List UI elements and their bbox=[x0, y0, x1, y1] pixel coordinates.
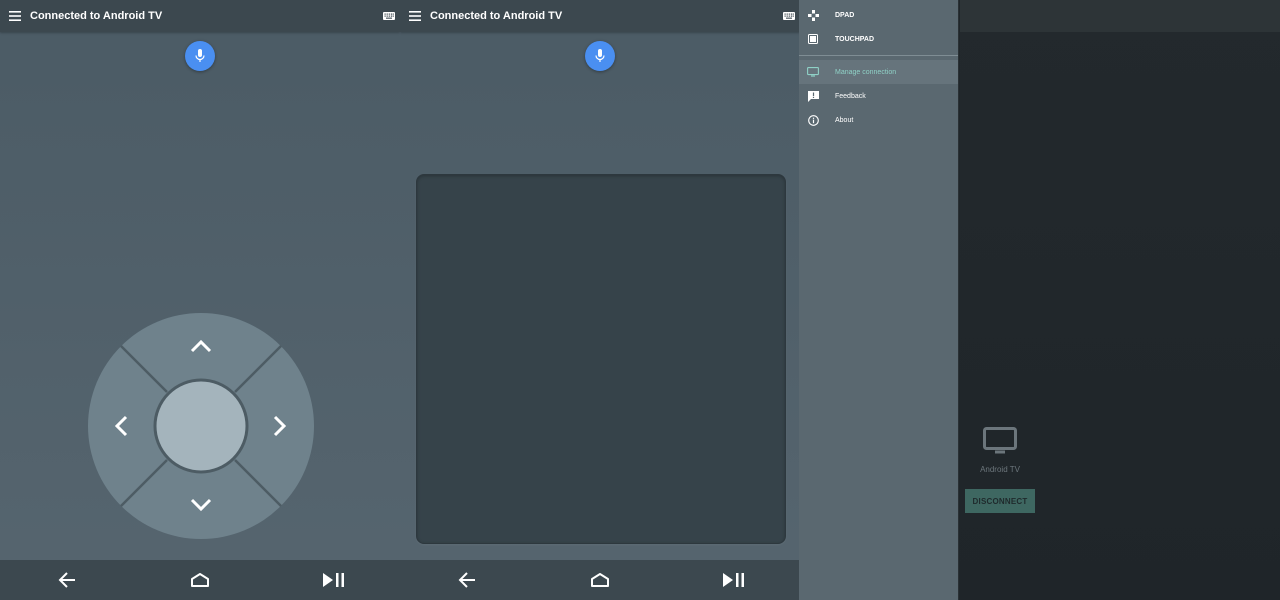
nav-bar bbox=[0, 560, 400, 600]
touchpad-remote-screen: Connected to Android TV bbox=[400, 0, 800, 600]
menu-icon[interactable] bbox=[0, 0, 30, 32]
app-bar: Connected to Android TV bbox=[0, 0, 400, 32]
home-icon bbox=[191, 573, 209, 587]
touchpad-icon bbox=[799, 34, 827, 44]
keyboard-icon[interactable] bbox=[778, 0, 800, 32]
play-pause-icon bbox=[723, 573, 744, 587]
page-title: Connected to Android TV bbox=[430, 10, 563, 22]
app-bar bbox=[960, 0, 1280, 32]
gamepad-icon bbox=[799, 9, 827, 21]
info-icon bbox=[799, 114, 827, 126]
drawer-item-label: Manage connection bbox=[835, 68, 897, 76]
drawer-item-feedback[interactable]: Feedback bbox=[799, 84, 958, 108]
dpad-up-button[interactable] bbox=[167, 320, 235, 372]
dpad-center-button[interactable] bbox=[153, 378, 249, 474]
drawer-item-about[interactable]: About bbox=[799, 108, 958, 132]
back-arrow-icon bbox=[458, 572, 475, 588]
play-pause-icon bbox=[323, 573, 344, 587]
drawer-item-label: Feedback bbox=[835, 92, 866, 100]
feedback-icon bbox=[799, 90, 827, 102]
drawer-item-label: DPAD bbox=[835, 11, 855, 19]
menu-icon[interactable] bbox=[400, 0, 430, 32]
home-button[interactable] bbox=[188, 570, 212, 590]
dpad-remote-screen: Connected to Android TV bbox=[0, 0, 400, 600]
tv-icon bbox=[980, 427, 1020, 459]
drawer-item-touchpad[interactable]: TOUCHPAD bbox=[799, 27, 958, 51]
drawer-item-dpad[interactable]: DPAD bbox=[799, 3, 958, 27]
navigation-drawer: DPAD TOUCHPAD Manage connection Feedback… bbox=[799, 0, 959, 600]
drawer-item-label: TOUCHPAD bbox=[835, 35, 875, 43]
touchpad-area[interactable] bbox=[416, 174, 786, 544]
back-button[interactable] bbox=[55, 570, 79, 590]
dpad-right-button[interactable] bbox=[255, 392, 307, 460]
app-bar: Connected to Android TV bbox=[400, 0, 800, 32]
manage-connection-screen: Android TV DISCONNECT bbox=[960, 0, 1280, 600]
keyboard-icon[interactable] bbox=[378, 0, 400, 32]
back-button[interactable] bbox=[455, 570, 479, 590]
disconnect-button[interactable]: DISCONNECT bbox=[965, 489, 1035, 513]
play-pause-button[interactable] bbox=[722, 570, 746, 590]
dpad-down-button[interactable] bbox=[167, 480, 235, 532]
device-name: Android TV bbox=[980, 465, 1020, 474]
home-icon bbox=[591, 573, 609, 587]
drawer-item-label: About bbox=[835, 116, 854, 124]
home-button[interactable] bbox=[588, 570, 612, 590]
nav-bar bbox=[400, 560, 800, 600]
back-arrow-icon bbox=[58, 572, 75, 588]
mic-icon bbox=[195, 49, 205, 62]
page-title: Connected to Android TV bbox=[30, 10, 163, 22]
mic-icon bbox=[595, 49, 605, 62]
play-pause-button[interactable] bbox=[322, 570, 346, 590]
dpad-control bbox=[88, 313, 314, 539]
drawer-item-manage-connection[interactable]: Manage connection bbox=[799, 60, 958, 84]
voice-search-button[interactable] bbox=[585, 41, 615, 71]
voice-search-button[interactable] bbox=[185, 41, 215, 71]
drawer-divider bbox=[799, 55, 958, 56]
dpad-left-button[interactable] bbox=[95, 392, 147, 460]
tv-icon bbox=[799, 67, 827, 77]
